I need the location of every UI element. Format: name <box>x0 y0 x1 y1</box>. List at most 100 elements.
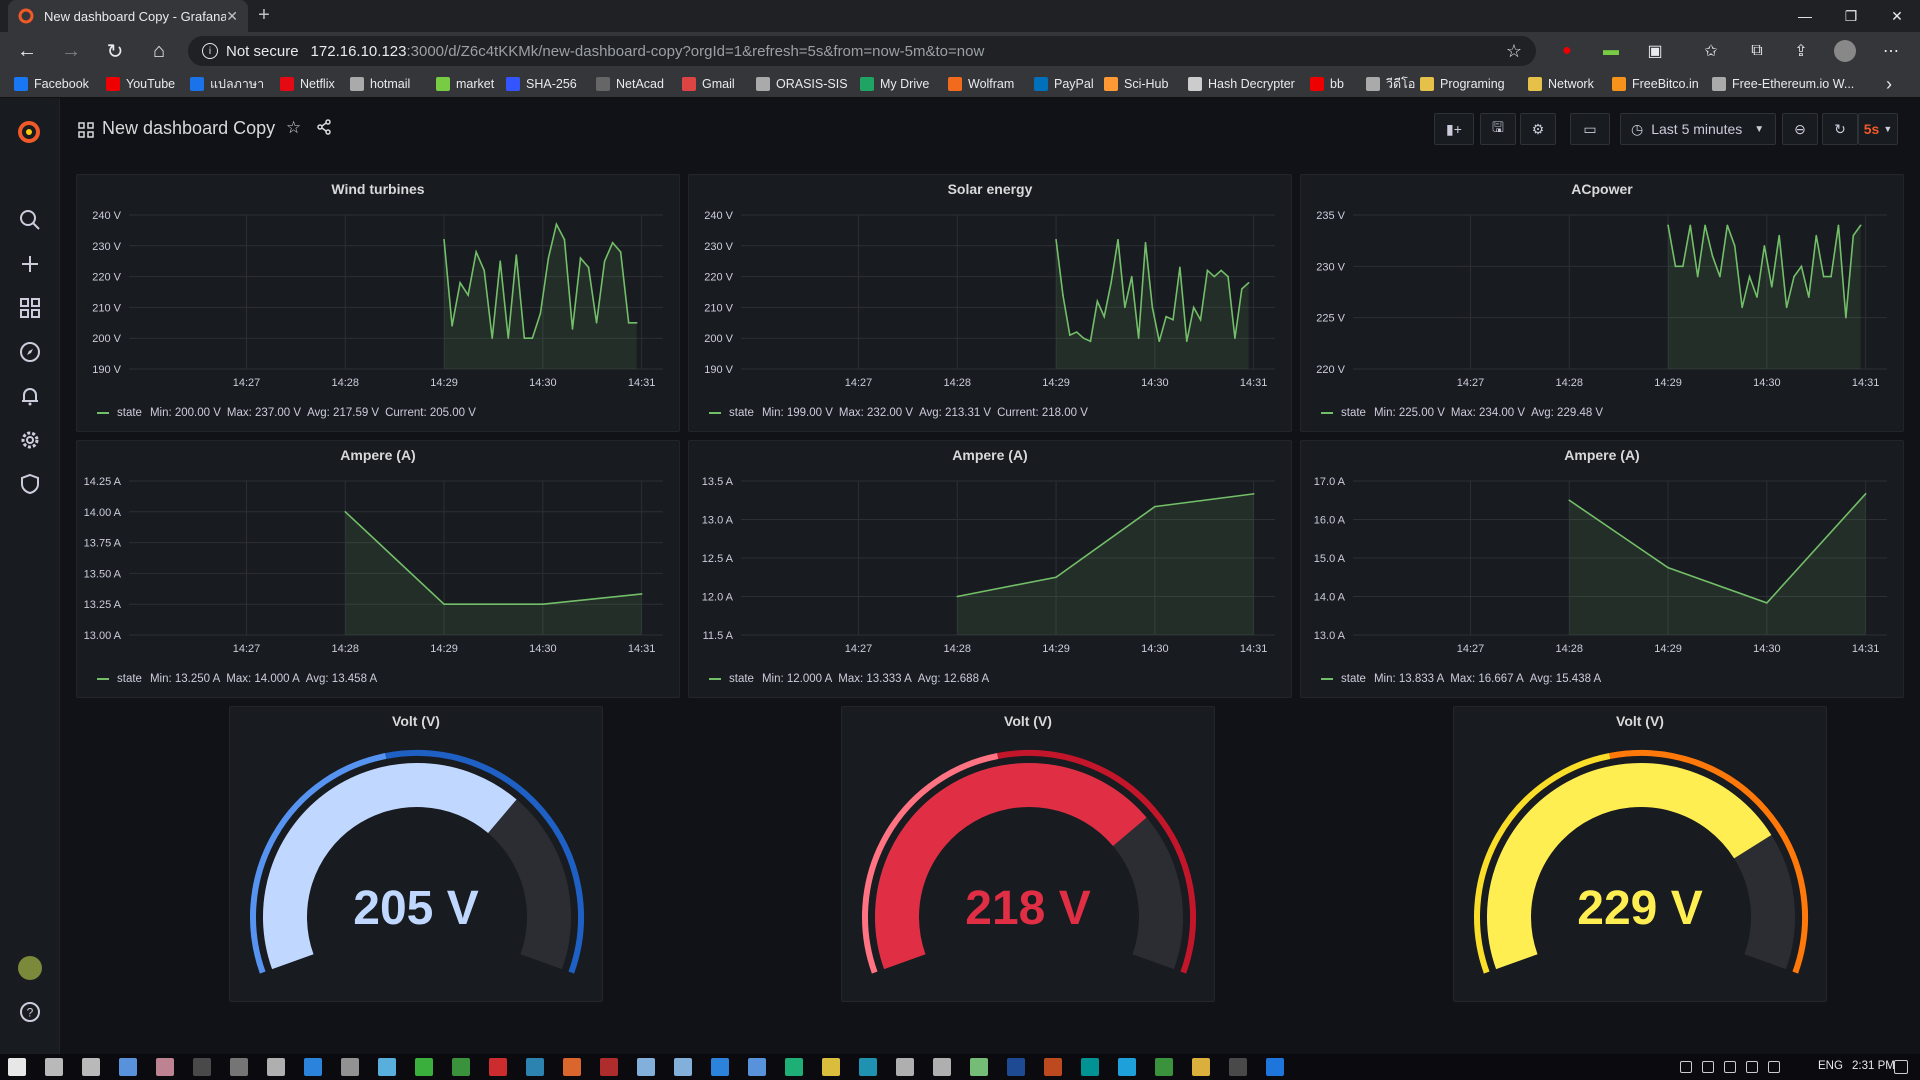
home-icon[interactable]: ⌂ <box>146 39 172 63</box>
back-icon[interactable]: ← <box>14 39 40 63</box>
taskbar-app-icon[interactable] <box>1044 1058 1062 1076</box>
bookmark-item[interactable]: bb <box>1310 74 1344 94</box>
taskbar-app-icon[interactable] <box>267 1058 285 1076</box>
cycle-view-mode-icon[interactable]: ▭ <box>1570 113 1610 145</box>
legend[interactable]: state Min: 200.00 V Max: 237.00 V Avg: 217.… <box>97 407 482 419</box>
volume-icon[interactable] <box>1746 1061 1758 1073</box>
start-icon[interactable] <box>8 1058 26 1076</box>
taskbar-app-icon[interactable] <box>1155 1058 1173 1076</box>
bookmark-item[interactable]: hotmail <box>350 74 410 94</box>
search-icon[interactable] <box>18 208 42 232</box>
reload-icon[interactable]: ↻ <box>102 39 128 63</box>
taskbar-app-icon[interactable] <box>637 1058 655 1076</box>
bookmark-item[interactable]: Netflix <box>280 74 335 94</box>
taskbar-app-icon[interactable] <box>415 1058 433 1076</box>
share-icon[interactable]: ⇪ <box>1790 40 1812 62</box>
bookmarks-overflow-chevron-icon[interactable]: › <box>1886 74 1892 94</box>
taskbar-app-icon[interactable] <box>1192 1058 1210 1076</box>
gauge-panel[interactable]: Volt (V) 229 V <box>1453 706 1827 1002</box>
extension-icon[interactable]: ▬ <box>1600 40 1622 62</box>
language-indicator[interactable]: ENG <box>1818 1060 1843 1072</box>
task-view-icon[interactable] <box>82 1058 100 1076</box>
browser-tab[interactable]: New dashboard Copy - Grafana ✕ <box>8 0 248 32</box>
user-avatar[interactable] <box>18 956 42 980</box>
info-icon[interactable]: i <box>202 43 218 59</box>
wifi-icon[interactable] <box>1724 1061 1736 1073</box>
taskbar-app-icon[interactable] <box>230 1058 248 1076</box>
bookmark-item[interactable]: วีดีโอ <box>1366 74 1415 94</box>
taskbar-app-icon[interactable] <box>674 1058 692 1076</box>
zoom-out-icon[interactable]: ⊖ <box>1782 113 1818 145</box>
bookmark-item[interactable]: NetAcad <box>596 74 664 94</box>
taskbar-app-icon[interactable] <box>1229 1058 1247 1076</box>
legend[interactable]: state Min: 225.00 V Max: 234.00 V Avg: 229.… <box>1321 407 1609 419</box>
bookmark-item[interactable]: Sci-Hub <box>1104 74 1168 94</box>
close-tab-icon[interactable]: ✕ <box>226 8 238 25</box>
graph-panel[interactable]: Ampere (A) 17.0 A 16.0 A 15.0 A 14.0 A 13.0 A… <box>1300 440 1904 698</box>
bookmark-star-icon[interactable]: ☆ <box>1506 41 1522 62</box>
graph-panel[interactable]: Ampere (A) 14.25 A 14.00 A 13.75 A 13.50 A 13… <box>76 440 680 698</box>
alerting-bell-icon[interactable] <box>18 384 42 408</box>
legend[interactable]: state Min: 13.250 A Max: 14.000 A Avg: 13.4… <box>97 673 383 685</box>
taskbar-app-icon[interactable] <box>1118 1058 1136 1076</box>
minimize-icon[interactable]: — <box>1782 0 1828 32</box>
legend[interactable]: state Min: 199.00 V Max: 232.00 V Avg: 213.… <box>709 407 1094 419</box>
dashboards-icon[interactable] <box>18 296 42 320</box>
bookmark-item[interactable]: FreeBitco.in <box>1612 74 1699 94</box>
dashboard-title[interactable]: New dashboard Copy <box>102 118 275 139</box>
explore-compass-icon[interactable] <box>18 340 42 364</box>
help-icon[interactable]: ? <box>18 1000 42 1024</box>
favorites-icon[interactable]: ✩ <box>1700 40 1722 62</box>
bookmark-item[interactable]: Free-Ethereum.io W... <box>1712 74 1854 94</box>
extension-icon[interactable]: ● <box>1556 40 1578 62</box>
time-range-picker[interactable]: ◷ Last 5 minutes ▼ <box>1620 113 1776 145</box>
create-plus-icon[interactable] <box>18 252 42 276</box>
taskbar-app-icon[interactable] <box>1007 1058 1025 1076</box>
bookmark-item[interactable]: ORASIS-SIS <box>756 74 848 94</box>
share-dashboard-icon[interactable] <box>316 119 332 135</box>
gauge-panel[interactable]: Volt (V) 205 V <box>229 706 603 1002</box>
taskbar-app-icon[interactable] <box>1081 1058 1099 1076</box>
bookmark-item[interactable]: SHA-256 <box>506 74 577 94</box>
taskbar-app-icon[interactable] <box>822 1058 840 1076</box>
graph-panel[interactable]: Solar energy 240 V 230 V 220 V 210 V 200 V 190… <box>688 174 1292 432</box>
forward-icon[interactable]: → <box>58 39 84 63</box>
taskbar-app-icon[interactable] <box>452 1058 470 1076</box>
taskbar-app-icon[interactable] <box>970 1058 988 1076</box>
close-window-icon[interactable]: ✕ <box>1874 0 1920 32</box>
taskbar-app-icon[interactable] <box>933 1058 951 1076</box>
bookmark-item[interactable]: market <box>436 74 494 94</box>
graph-panel[interactable]: Ampere (A) 13.5 A 13.0 A 12.5 A 12.0 A 11.5 A… <box>688 440 1292 698</box>
network-icon[interactable] <box>1702 1061 1714 1073</box>
taskbar-app-icon[interactable] <box>526 1058 544 1076</box>
bookmark-item[interactable]: แปลภาษา <box>190 74 264 94</box>
taskbar-app-icon[interactable] <box>859 1058 877 1076</box>
server-admin-shield-icon[interactable] <box>18 472 42 496</box>
search-icon[interactable] <box>45 1058 63 1076</box>
taskbar-app-icon[interactable] <box>563 1058 581 1076</box>
grafana-logo-icon[interactable] <box>14 116 44 146</box>
taskbar-app-icon[interactable] <box>119 1058 137 1076</box>
taskbar-app-icon[interactable] <box>748 1058 766 1076</box>
tray-chevron-icon[interactable] <box>1680 1061 1692 1073</box>
taskbar-app-icon[interactable] <box>304 1058 322 1076</box>
clock[interactable]: 2:31 PM <box>1852 1060 1895 1072</box>
taskbar-app-icon[interactable] <box>785 1058 803 1076</box>
bookmark-item[interactable]: YouTube <box>106 74 175 94</box>
profile-avatar[interactable] <box>1834 40 1856 62</box>
dashboard-settings-gear-icon[interactable]: ⚙ <box>1520 113 1556 145</box>
save-dashboard-icon[interactable]: 🖫 <box>1480 113 1516 145</box>
bookmark-item[interactable]: Gmail <box>682 74 735 94</box>
bookmark-item[interactable]: Hash Decrypter <box>1188 74 1295 94</box>
bookmark-item[interactable]: Wolfram <box>948 74 1014 94</box>
graph-panel[interactable]: ACpower 235 V 230 V 225 V 220 V 14:27 14:28 14:… <box>1300 174 1904 432</box>
taskbar-app-icon[interactable] <box>600 1058 618 1076</box>
collections-icon[interactable]: ⧉ <box>1746 40 1768 62</box>
configuration-gear-icon[interactable] <box>18 428 42 452</box>
new-tab-icon[interactable]: + <box>252 4 276 27</box>
notifications-icon[interactable] <box>1894 1060 1908 1074</box>
graph-panel[interactable]: Wind turbines 240 V 230 V 220 V 210 V 200 V 19… <box>76 174 680 432</box>
bookmark-item[interactable]: Facebook <box>14 74 89 94</box>
taskbar-app-icon[interactable] <box>378 1058 396 1076</box>
bookmark-item[interactable]: PayPal <box>1034 74 1094 94</box>
